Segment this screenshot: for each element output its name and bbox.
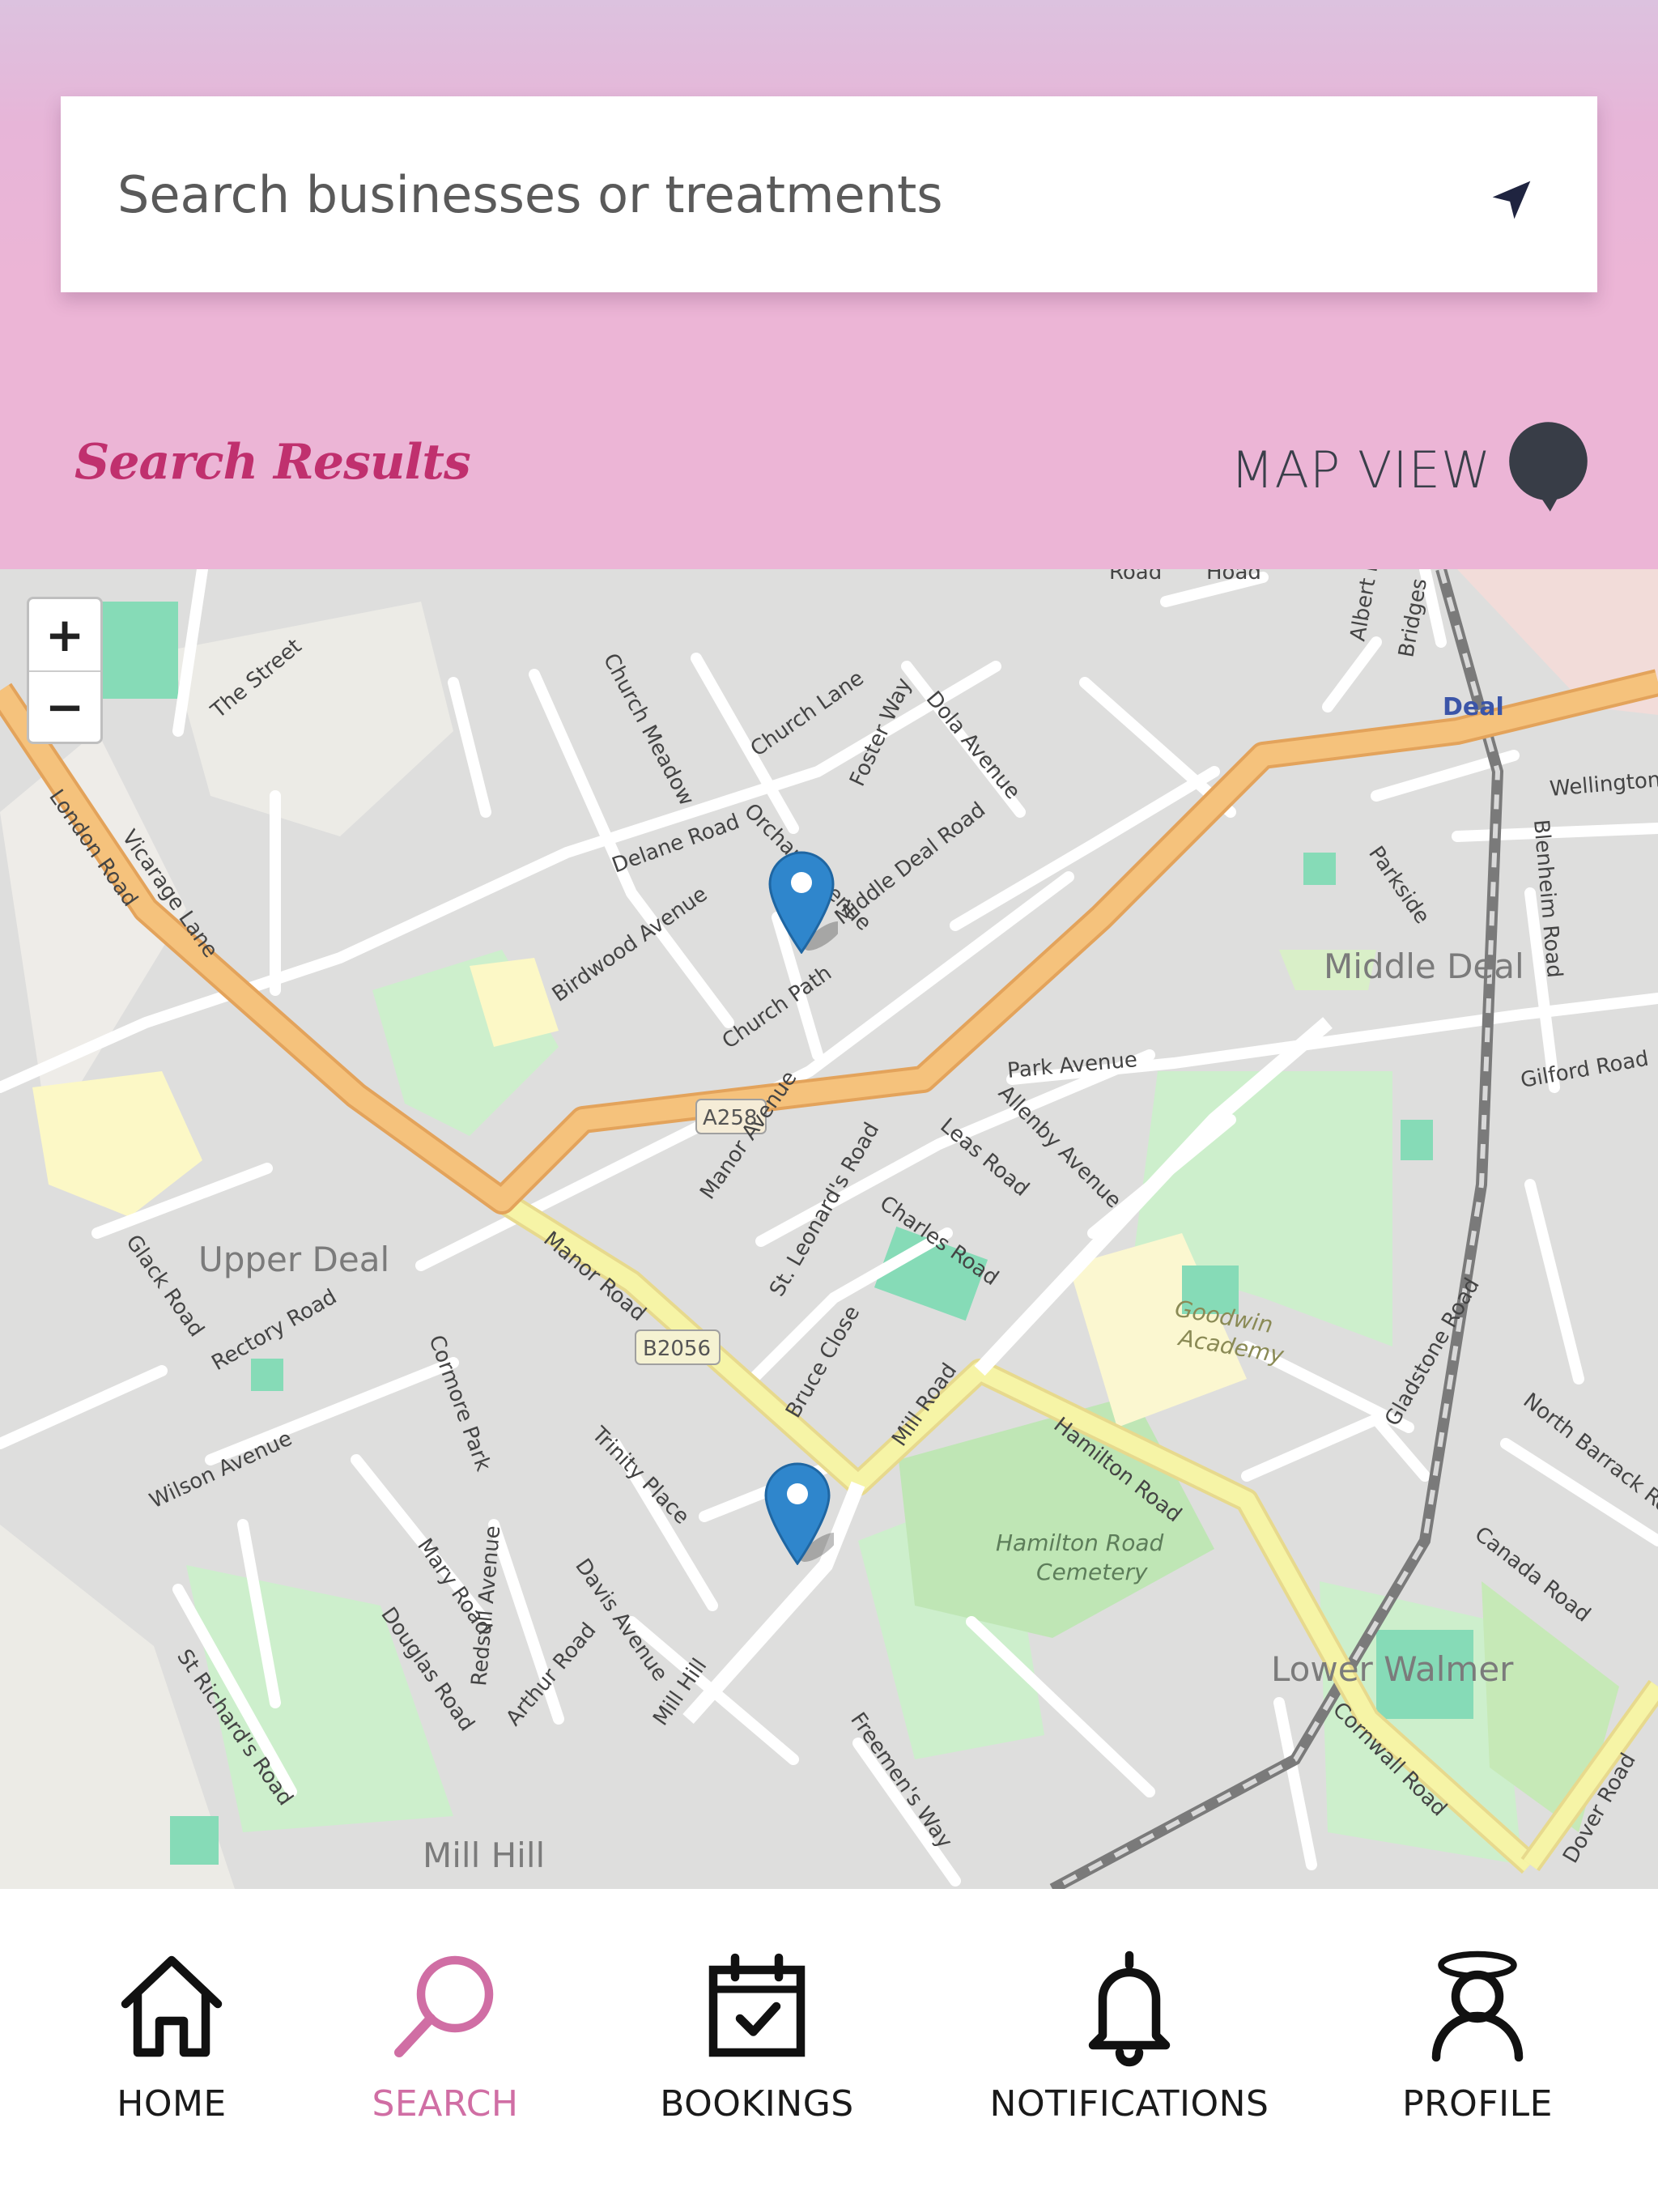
map-place-label: Middle Deal [1324,946,1524,986]
map-road-label: Trinity Place [586,1422,694,1529]
map-road-label: Parkside [1363,842,1434,929]
map-road-label: Charles Road [875,1191,1003,1291]
map-road-label: Manor Road [539,1227,651,1326]
map-road-label: Church Meadow [598,649,699,810]
map-road-label: Wellington Road [1549,763,1658,802]
header: Search Results MAP VIEW [0,0,1658,569]
map-road-label: Blenheim Road [1528,819,1567,979]
map-road-label: Bridges [1394,576,1432,659]
map-road-label: Glack Road [121,1231,208,1342]
map-road-label: St Richard's Road [172,1645,297,1810]
profile-icon [1431,1950,1524,2062]
map-road-label: Church Lane [746,666,869,762]
nav-label-profile: PROFILE [1402,2083,1553,2125]
map-road-label: Leas Road [936,1113,1034,1201]
map-road-label: Dola Avenue [921,687,1025,804]
map-road-shield: A258 [703,1106,757,1130]
map-view-label: MAP VIEW [1231,440,1492,500]
map-road-label: North Barrack Road [1519,1389,1658,1534]
map-road-label: Dover Road [1558,1749,1641,1867]
map-road-label: Church Path [718,961,836,1054]
chat-bubble-icon [1509,422,1588,512]
map-road-label: Road [1109,569,1162,585]
map-road-label: St. Leonard's Road [765,1118,884,1300]
search-icon [394,1955,494,2057]
zoom-control: + − [27,597,103,744]
home-icon [121,1955,223,2057]
nav-label-bookings: BOOKINGS [660,2083,854,2125]
map-place-label: Cemetery [1036,1559,1148,1585]
map-road-label: Bruce Close [781,1302,865,1423]
map-road-label: Hoad [1206,569,1261,585]
nav-item-search[interactable]: SEARCH [364,1946,526,2156]
map-road-label: Freemen's Way [845,1708,957,1853]
search-bar [61,96,1597,292]
map-road-label: Douglas Road [376,1603,478,1736]
map-marker-business-2[interactable] [761,1460,834,1565]
nav-label-search: SEARCH [372,2083,519,2125]
map-road-shield: B2056 [643,1337,711,1361]
nav-item-profile[interactable]: PROFILE [1401,1946,1554,2156]
calendar-check-icon [708,1953,806,2057]
map-road-label: Delane Road [609,810,742,878]
map-road-label: Manor Avenue [695,1066,801,1204]
map-place-label: Mill Hill [423,1836,545,1875]
bell-icon [1088,1950,1171,2067]
map-road-label: Park Avenue [1006,1048,1138,1083]
map-marker-business-1[interactable] [765,849,838,954]
nav-item-bookings[interactable]: BOOKINGS [656,1946,858,2156]
map-road-label: Hamilton Road [1049,1413,1186,1527]
map-road-label: Albert Road [1346,569,1391,643]
navigation-arrow-icon [1492,181,1531,219]
map-labels: London RoadManor RoadMill RoadHamilton R… [44,569,1658,1875]
nav-label-notifications: NOTIFICATIONS [989,2083,1269,2125]
map-place-label: Hamilton Road [996,1529,1164,1556]
map-place-label: Deal [1443,693,1504,721]
map-road-label: Wilson Avenue [146,1427,295,1514]
map-place-label: Upper Deal [198,1240,389,1279]
map-place-label: Lower Walmer [1271,1649,1514,1689]
zoom-out-button[interactable]: − [29,670,100,742]
nav-item-home[interactable]: HOME [103,1946,240,2156]
results-title: Search Results [74,434,471,491]
map[interactable]: London Road Manor Road Mill Road Hamilton R… [0,569,1658,1889]
map-road-label: Rectory Road [208,1285,342,1376]
map-road-label: Birdwood Avenue [548,882,712,1006]
nav-label-home: HOME [117,2083,227,2125]
map-road-label: Canada Road [1470,1522,1595,1627]
map-road-label: Davis Avenue [570,1555,672,1686]
search-input[interactable] [117,96,1453,292]
nav-item-notifications[interactable]: NOTIFICATIONS [980,1946,1279,2156]
map-road-label: Gladstone Road [1380,1274,1485,1431]
map-road-label: Arthur Road [501,1619,601,1731]
map-view-toggle[interactable]: MAP VIEW [1231,417,1588,522]
locate-button[interactable] [1482,170,1541,230]
map-road-label: Cornwall Road [1328,1698,1452,1822]
map-road-label: Cormore Park [423,1332,495,1474]
zoom-in-button[interactable]: + [29,599,100,670]
map-road-label: Gilford Road [1519,1047,1651,1093]
bottom-nav: HOME SEARCH BOOKINGS NOTIFICATIONS PROFI… [0,1889,1658,2212]
map-road-label: The Street [206,634,306,724]
map-road-label: Mill Road [887,1359,962,1451]
